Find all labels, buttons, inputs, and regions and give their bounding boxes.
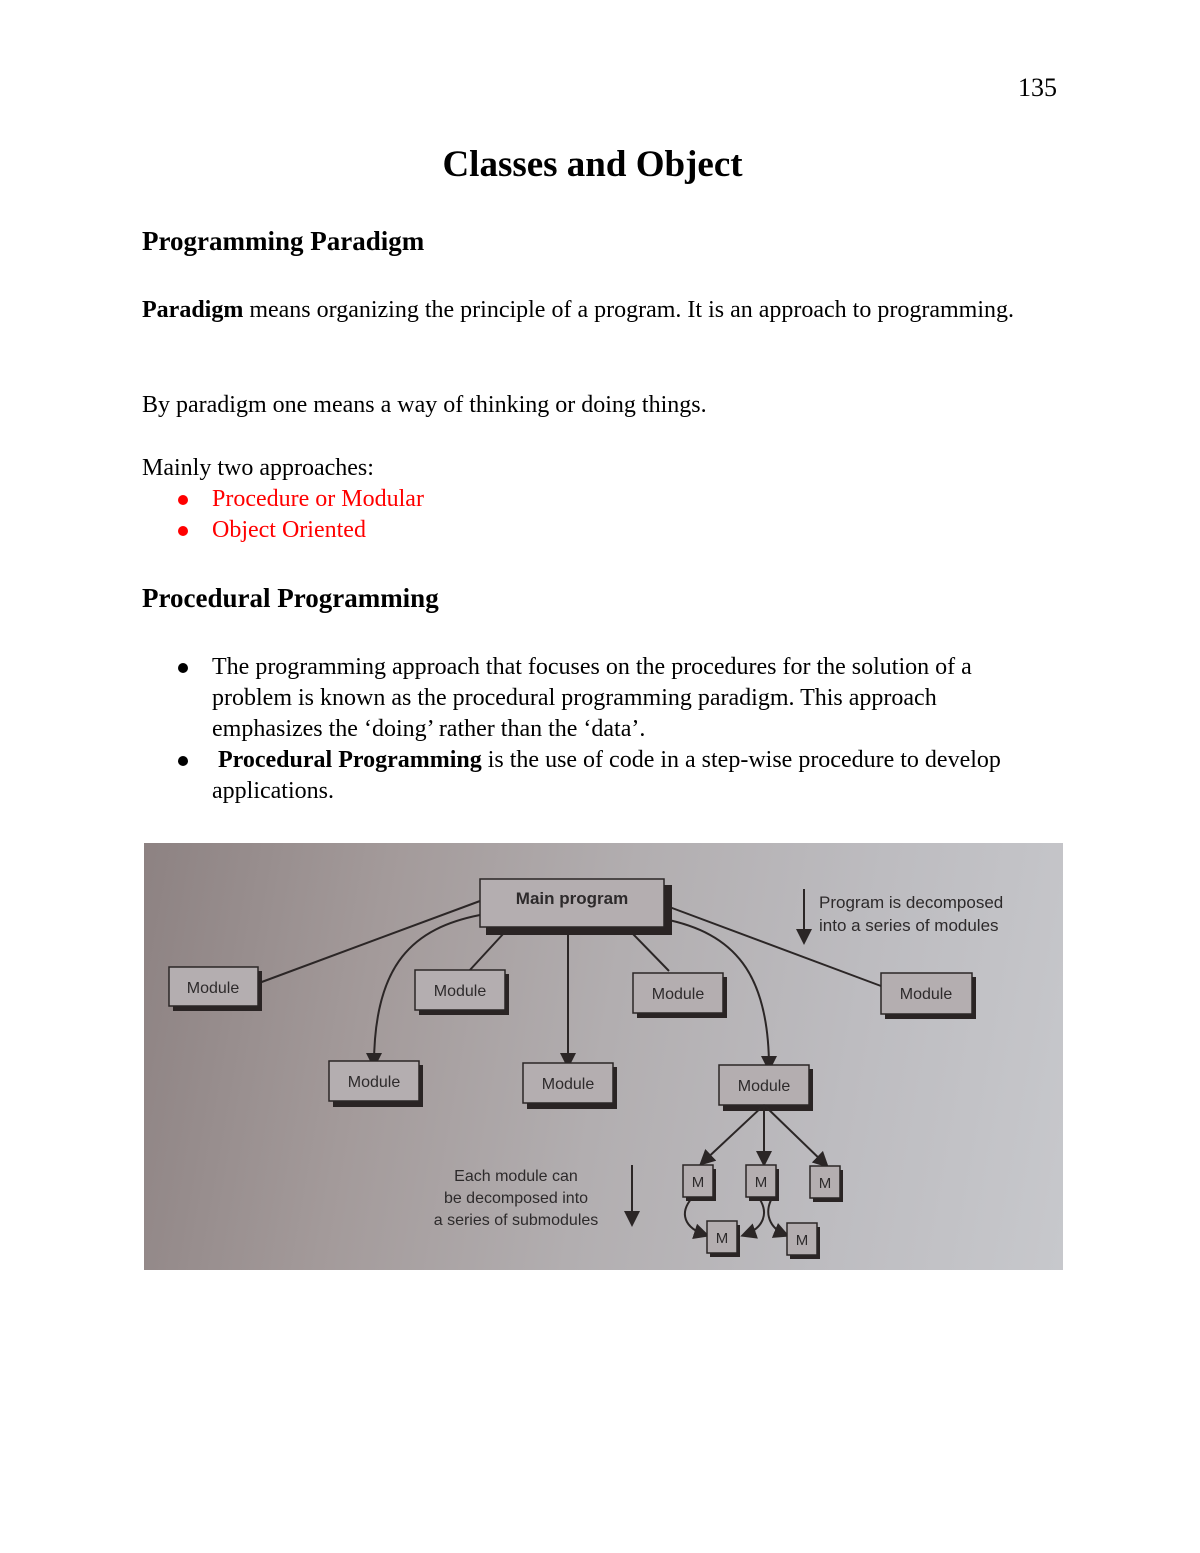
module-box: Module — [718, 1064, 813, 1111]
page-number: 135 — [1018, 73, 1057, 102]
svg-text:M: M — [716, 1230, 729, 1247]
procedural-bullet-2: Procedural Programming is the use of cod… — [142, 745, 1042, 807]
submodule-box: M — [706, 1220, 740, 1257]
section-heading-programming-paradigm: Programming Paradigm — [142, 226, 425, 256]
note-bottom-line-2: be decomposed into — [444, 1190, 588, 1207]
svg-text:M: M — [819, 1175, 832, 1192]
module-box: Module — [880, 972, 976, 1019]
connector — [631, 932, 670, 972]
procedural-bullet-1: The programming approach that focuses on… — [142, 652, 1042, 745]
submodule-box: M — [809, 1165, 843, 1202]
svg-text:Module: Module — [542, 1076, 595, 1093]
connector — [468, 932, 505, 972]
note-top-line-1: Program is decomposed — [819, 893, 1003, 912]
svg-text:M: M — [796, 1232, 809, 1249]
paradigm-meaning: By paradigm one means a way of thinking … — [142, 392, 707, 418]
paradigm-term: Paradigm — [142, 297, 244, 323]
svg-text:M: M — [692, 1174, 705, 1191]
bullet-icon — [178, 663, 188, 673]
connector — [740, 1197, 765, 1239]
svg-text:Module: Module — [900, 986, 953, 1003]
module-box: Module — [168, 966, 262, 1011]
svg-text:M: M — [755, 1174, 768, 1191]
submodule-box: M — [786, 1222, 820, 1259]
note-bottom-line-1: Each module can — [454, 1168, 578, 1185]
main-program-label: Main program — [516, 889, 628, 908]
approach-item-procedural: Procedure or Modular — [142, 484, 424, 515]
module-box: Module — [414, 969, 509, 1015]
connector — [683, 1197, 710, 1239]
svg-text:Module: Module — [738, 1078, 791, 1095]
procedural-decomposition-diagram: Main program Module Module Module Module… — [144, 843, 1063, 1270]
diagram-svg: Main program Module Module Module Module… — [168, 878, 1003, 1259]
paradigm-definition-text: means organizing the principle of a prog… — [243, 297, 1014, 323]
bullet-icon — [178, 756, 188, 766]
submodule-box: M — [682, 1164, 716, 1201]
module-box: Module — [632, 972, 727, 1018]
section-heading-procedural-programming: Procedural Programming — [142, 583, 439, 613]
module-box: Module — [328, 1060, 423, 1107]
module-box: Module — [522, 1062, 617, 1109]
connector — [767, 1197, 790, 1238]
bullet-icon — [178, 526, 188, 536]
connector — [699, 1104, 765, 1166]
approaches-intro: Mainly two approaches: — [142, 455, 374, 481]
note-top-line-2: into a series of modules — [819, 916, 999, 935]
approaches-list: Procedure or Modular Object Oriented — [142, 484, 424, 546]
main-program-box: Main program — [479, 878, 672, 935]
connector — [763, 1104, 829, 1168]
page-title: Classes and Object — [442, 144, 743, 185]
svg-text:Module: Module — [652, 986, 705, 1003]
svg-text:Module: Module — [434, 983, 487, 1000]
approach-item-object-oriented: Object Oriented — [142, 515, 424, 546]
procedural-bullets: The programming approach that focuses on… — [142, 652, 1042, 807]
bullet-icon — [178, 495, 188, 505]
note-bottom-line-3: a series of submodules — [434, 1212, 599, 1229]
svg-text:Module: Module — [348, 1074, 401, 1091]
paradigm-definition: Paradigm means organizing the principle … — [142, 295, 1022, 326]
svg-text:Module: Module — [187, 980, 240, 997]
submodule-box: M — [745, 1164, 779, 1201]
